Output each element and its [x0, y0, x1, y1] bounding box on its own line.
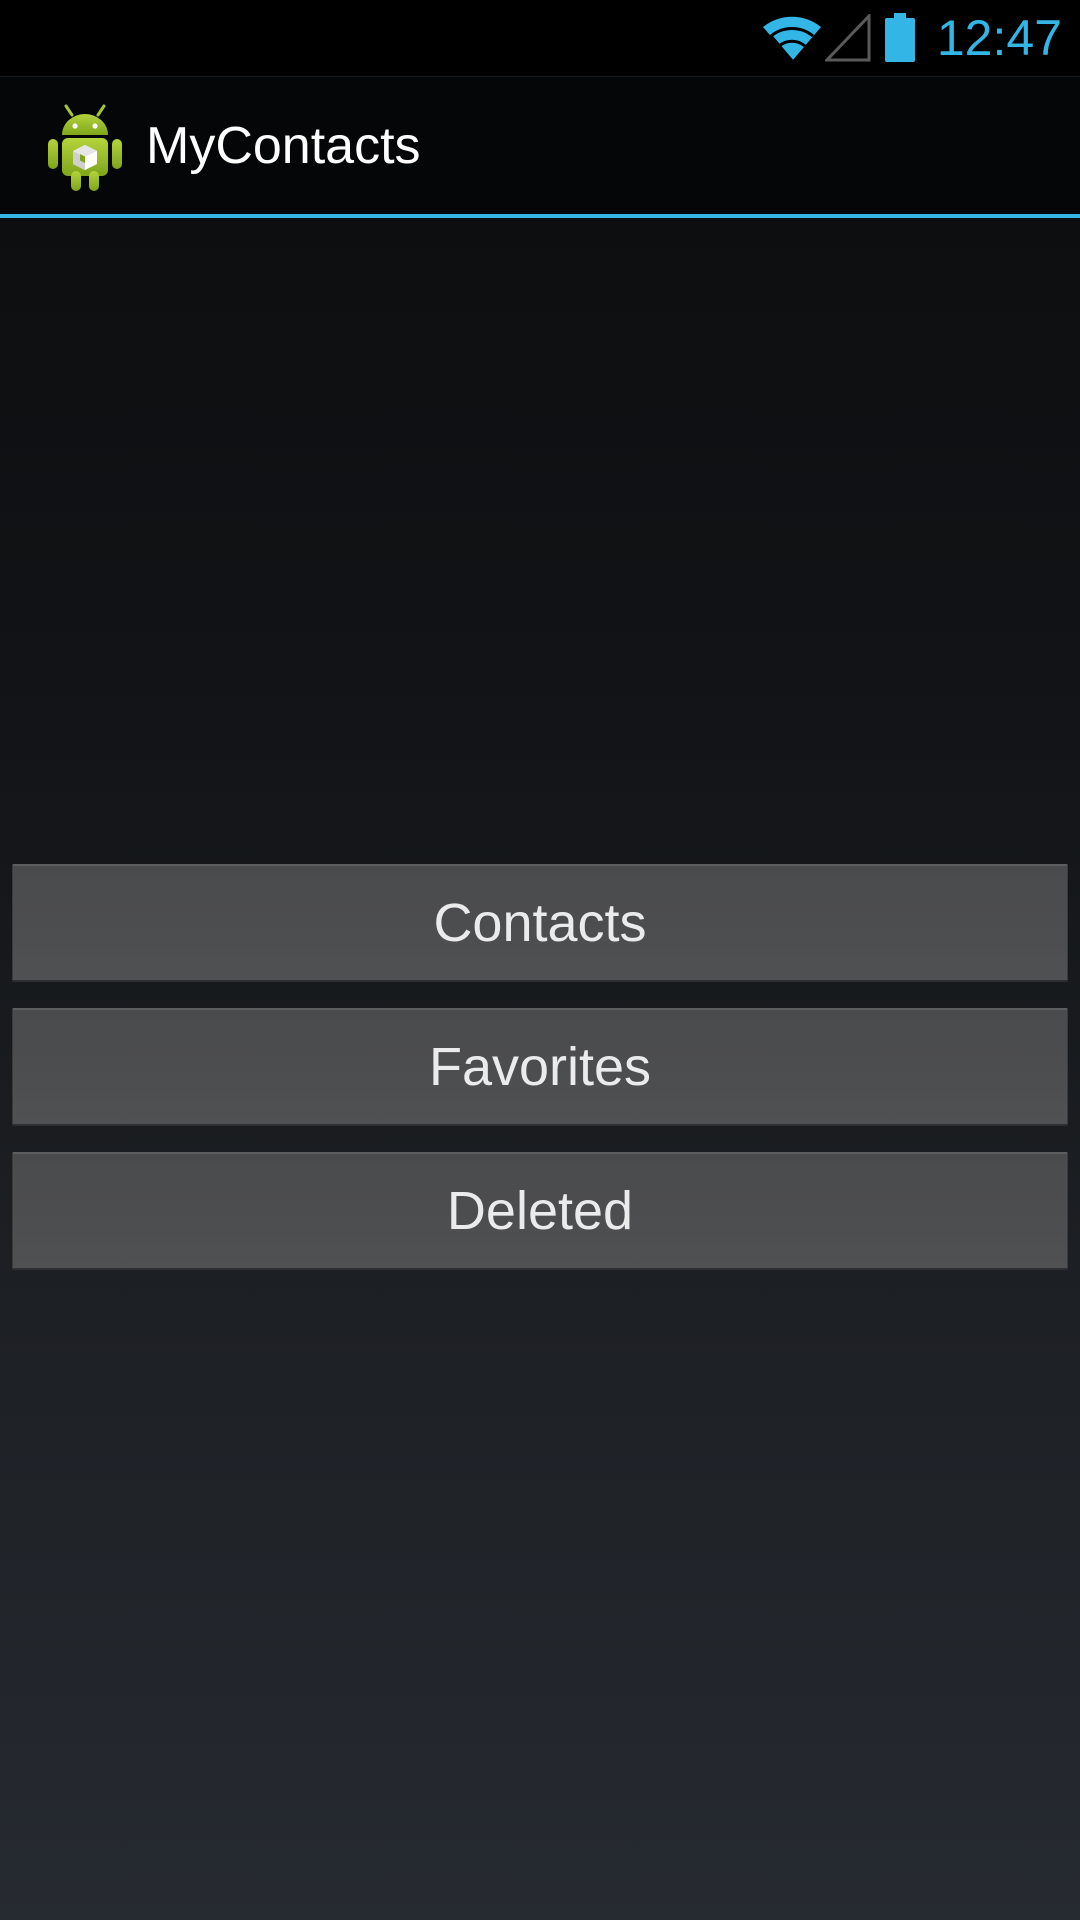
action-bar-divider	[0, 214, 1080, 218]
deleted-button[interactable]: Deleted	[12, 1152, 1068, 1270]
signal-icon	[824, 14, 883, 62]
status-clock: 12:47	[936, 10, 1062, 66]
android-app-icon[interactable]	[44, 103, 126, 193]
wifi-icon	[761, 13, 825, 63]
action-bar: MyContacts	[0, 76, 1080, 215]
status-bar: 12:47	[0, 0, 1080, 76]
app-title: MyContacts	[146, 117, 421, 175]
status-icons: 12:47	[761, 0, 1062, 76]
favorites-button[interactable]: Favorites	[12, 1008, 1068, 1126]
contacts-button[interactable]: Contacts	[12, 864, 1068, 982]
battery-icon	[883, 13, 937, 63]
